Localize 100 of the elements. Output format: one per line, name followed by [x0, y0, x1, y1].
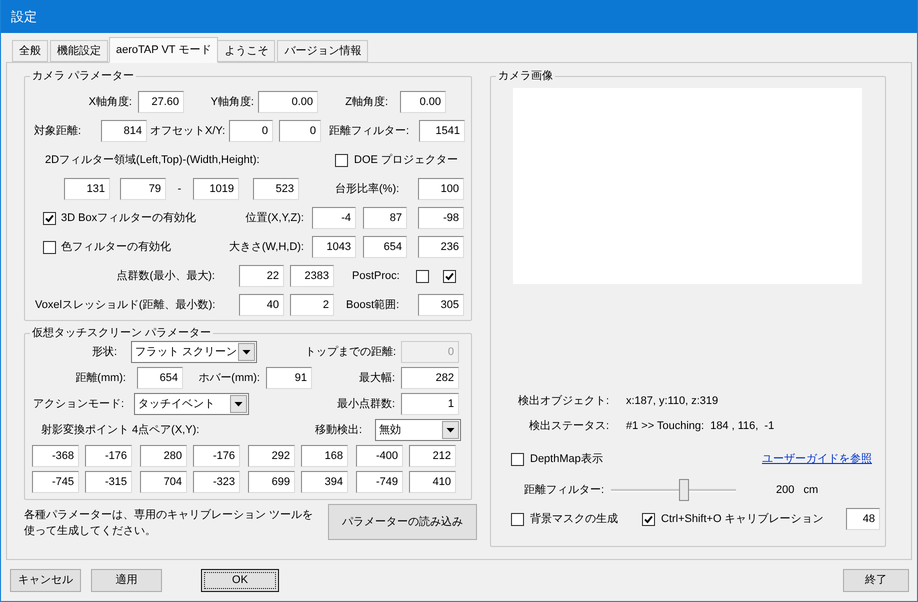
text-field[interactable]: 1	[401, 393, 459, 415]
checkbox-label: 色フィルターの有効化	[61, 240, 172, 255]
load-parameters-button[interactable]: パラメーターの読み込み	[328, 504, 477, 540]
text-field[interactable]: -176	[193, 445, 240, 467]
tab[interactable]: 機能設定	[50, 40, 108, 62]
field-label: Boost範囲:	[346, 298, 400, 311]
field-label: 点群数(最小、最大):	[116, 270, 215, 282]
text-field[interactable]: 79	[120, 178, 166, 200]
checkbox[interactable]	[511, 452, 524, 466]
text-field[interactable]: 168	[301, 445, 348, 467]
text-field[interactable]: 236	[418, 236, 464, 258]
dropdown[interactable]: 無効	[375, 419, 461, 441]
dropdown[interactable]: フラット スクリーン	[131, 341, 257, 363]
dialog-button[interactable]: 終了	[843, 569, 909, 592]
field-label: -	[178, 182, 182, 195]
text-field[interactable]: -368	[32, 445, 79, 467]
field-label: ホバー(mm):	[198, 372, 260, 384]
field-label: Y軸角度:	[210, 96, 254, 108]
text-field[interactable]: 1541	[419, 120, 465, 142]
text-field[interactable]: 280	[140, 445, 187, 467]
text-field[interactable]: -749	[356, 471, 403, 493]
text-field[interactable]: 100	[418, 178, 464, 200]
text-field[interactable]: 282	[401, 367, 459, 389]
dialog-button[interactable]: OK	[201, 569, 279, 592]
text-field[interactable]: -745	[32, 471, 79, 493]
field-label: 2Dフィルター領域(Left,Top)-(Width,Height):	[45, 154, 260, 166]
group-title: カメラ画像	[497, 69, 554, 83]
text-field[interactable]: -4	[312, 207, 356, 229]
text-field[interactable]: 0	[279, 120, 321, 142]
dialog-button[interactable]: キャンセル	[10, 569, 81, 592]
text-field[interactable]: -176	[85, 445, 132, 467]
field-label: 形状:	[92, 346, 117, 358]
text-field[interactable]: 48	[846, 508, 880, 530]
text-field[interactable]: 1043	[312, 236, 356, 258]
text-field[interactable]: 91	[266, 367, 312, 389]
text-field[interactable]: 699	[248, 471, 295, 493]
user-guide-link[interactable]: ユーザーガイドを参照	[762, 450, 872, 468]
window-title: 設定	[11, 8, 37, 26]
slider-reading: 200 cm	[776, 482, 818, 498]
checkbox[interactable]	[43, 212, 56, 224]
checkbox[interactable]	[416, 270, 429, 282]
checkbox[interactable]	[511, 512, 524, 526]
group-title: 仮想タッチスクリーン パラメーター	[31, 326, 212, 340]
text-field[interactable]: -400	[356, 445, 403, 467]
text-field[interactable]: 22	[239, 265, 284, 287]
text-field[interactable]: 410	[409, 471, 456, 493]
field-label: 位置(X,Y,Z):	[246, 212, 304, 224]
text-field[interactable]: -98	[418, 207, 464, 229]
text-field[interactable]: 654	[363, 236, 407, 258]
field-label: 最大幅:	[358, 372, 395, 384]
text-field[interactable]: 27.60	[138, 91, 184, 113]
field-label: 移動検出:	[315, 424, 362, 436]
checkbox-label: Ctrl+Shift+O キャリブレーション	[661, 512, 824, 527]
tab[interactable]: 全般	[12, 40, 48, 62]
text-field[interactable]: 0.00	[400, 91, 446, 113]
text-field[interactable]: 654	[137, 367, 183, 389]
field-label: 対象距離:	[34, 124, 82, 137]
text-field[interactable]: 40	[239, 294, 284, 316]
tab[interactable]: ようこそ	[217, 40, 276, 62]
text-field[interactable]: 131	[64, 178, 110, 200]
checkbox[interactable]	[43, 240, 56, 254]
checkbox[interactable]	[443, 270, 456, 282]
checkbox-label: 背景マスクの生成	[530, 512, 619, 527]
field-label: アクションモード:	[33, 398, 124, 410]
field-label: 射影変換ポイント 4点ペア(X,Y):	[41, 424, 200, 436]
tab[interactable]: aeroTAP VT モード	[109, 37, 218, 63]
field-label: Z軸角度:	[345, 96, 388, 108]
field-label: 距離フィルター:	[329, 124, 410, 137]
text-field[interactable]: 292	[248, 445, 295, 467]
text-field[interactable]: 1019	[193, 178, 239, 200]
checkbox[interactable]	[642, 512, 655, 526]
tab[interactable]: バージョン情報	[277, 40, 368, 62]
text-field[interactable]: -315	[85, 471, 132, 493]
text-field[interactable]: 212	[409, 445, 456, 467]
checkbox[interactable]	[335, 154, 348, 166]
text-field[interactable]: 0.00	[258, 91, 318, 113]
field-label: 最小点群数:	[336, 398, 395, 410]
group-title: カメラ パラメーター	[31, 69, 136, 83]
text-field[interactable]: -323	[193, 471, 240, 493]
text-field[interactable]: 394	[301, 471, 348, 493]
field-label: 距離(mm):	[75, 372, 126, 384]
field-label: 台形比率(%):	[335, 182, 400, 195]
checkbox-label: DOE プロジェクター	[354, 152, 458, 168]
text-field[interactable]: 523	[253, 178, 299, 200]
text-field[interactable]: 0	[229, 120, 273, 142]
detected-object-value: x:187, y:110, z:319	[626, 394, 718, 409]
dialog-button[interactable]: 適用	[91, 569, 162, 592]
slider-thumb[interactable]	[678, 478, 688, 500]
field-label: 検出オブジェクト:	[518, 394, 609, 407]
field-label: トップまでの距離:	[304, 346, 396, 358]
text-field[interactable]: 305	[418, 294, 464, 316]
field-label: Voxelスレッショルド(距離、最小数):	[35, 298, 216, 311]
field-label: 検出ステータス:	[528, 420, 609, 432]
dropdown[interactable]: タッチイベント	[134, 393, 249, 415]
text-field[interactable]: 704	[140, 471, 187, 493]
text-field[interactable]: 814	[101, 120, 147, 142]
text-field[interactable]: 87	[363, 207, 407, 229]
text-field[interactable]: 2	[290, 294, 334, 316]
field-label: オフセットX/Y:	[150, 124, 226, 137]
text-field[interactable]: 2383	[290, 265, 334, 287]
